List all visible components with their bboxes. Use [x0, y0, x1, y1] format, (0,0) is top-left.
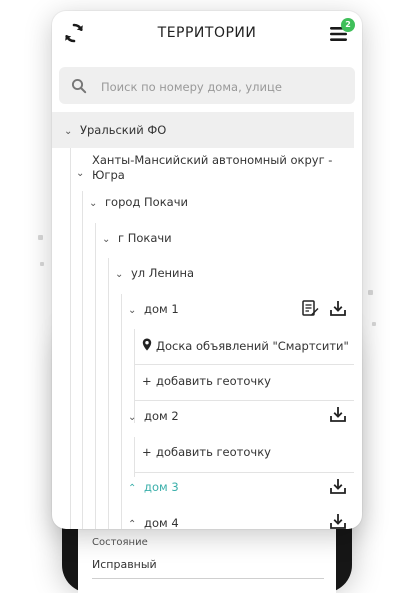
add-geo-point-button[interactable]: + добавить геоточку: [142, 374, 271, 388]
download-icon[interactable]: [329, 477, 347, 495]
header: ТЕРРИТОРИИ 2: [52, 11, 362, 57]
tree-item-house-4[interactable]: ⌃ дом 4: [128, 516, 179, 529]
tree-item-label: ул Ленина: [131, 266, 195, 280]
geo-point-item[interactable]: Доска объявлений "Смартсити": [142, 338, 349, 353]
add-geo-point-label: добавить геоточку: [156, 374, 271, 388]
chevron-down-icon: ⌄: [89, 198, 98, 209]
add-geo-point-button[interactable]: + добавить геоточку: [142, 445, 271, 459]
chevron-up-icon: ⌃: [128, 483, 137, 494]
state-field-label: Состояние: [92, 537, 148, 548]
tree-item-label: дом 2: [144, 409, 179, 423]
tree-item-house-2[interactable]: ⌄ дом 2: [128, 409, 179, 423]
chevron-down-icon: ⌄: [128, 412, 137, 423]
tree-item-label: Югра: [92, 168, 125, 182]
background-sparkle: [372, 322, 376, 326]
tree-guide: [134, 437, 135, 477]
chevron-down-icon: ⌄: [128, 305, 137, 316]
territory-tree: ⌄ Уральский ФО ⌄ Ханты-Мансийский автоном…: [52, 111, 362, 529]
plus-icon: +: [142, 445, 152, 459]
tree-separator: [134, 472, 354, 473]
tree-guide: [82, 191, 83, 529]
download-icon[interactable]: [329, 405, 347, 423]
tree-separator: [134, 364, 354, 365]
download-icon[interactable]: [329, 299, 347, 317]
search-icon: [71, 78, 87, 94]
page-title: ТЕРРИТОРИИ: [157, 25, 257, 41]
search-bar: [59, 67, 355, 106]
tree-item-okrug[interactable]: ⌄ Ханты-Мансийский автономный округ - Юг…: [76, 153, 332, 183]
background-sparkle: [368, 290, 373, 295]
tree-item-label: город Покачи: [105, 195, 188, 209]
tree-item-label: дом 1: [144, 302, 179, 316]
geo-point-label: Доска объявлений "Смартсити": [156, 339, 349, 353]
background-sparkle: [40, 262, 44, 266]
add-geo-point-label: добавить геоточку: [156, 445, 271, 459]
tree-item-street[interactable]: ⌄ ул Ленина: [115, 266, 194, 280]
tree-guide: [121, 294, 122, 529]
tree-guide: [95, 223, 96, 529]
tree-item-house-3[interactable]: ⌃ дом 3: [128, 480, 179, 494]
tree-item-root[interactable]: ⌄ Уральский ФО: [64, 123, 166, 137]
chevron-down-icon: ⌄: [64, 126, 73, 137]
tree-guide: [70, 148, 71, 529]
tree-item-label: дом 4: [144, 516, 179, 529]
chevron-down-icon: ⌄: [102, 234, 111, 245]
edit-document-icon[interactable]: [301, 299, 319, 317]
chevron-down-icon: ⌄: [115, 269, 124, 280]
tree-separator: [134, 400, 354, 401]
state-field-underline: [92, 578, 324, 579]
tree-item-city[interactable]: ⌄ город Покачи: [89, 195, 188, 209]
background-sparkle: [38, 235, 43, 240]
tree-item-house-1[interactable]: ⌄ дом 1: [128, 302, 179, 316]
location-pin-icon: [142, 338, 156, 353]
tree-item-label: Уральский ФО: [80, 123, 167, 137]
search-input[interactable]: [99, 67, 351, 106]
notification-badge: 2: [341, 18, 355, 32]
tree-guide: [108, 258, 109, 529]
territories-panel: ТЕРРИТОРИИ 2 ⌄ Уральский ФО: [52, 11, 362, 529]
tree-item-label: дом 3: [144, 480, 179, 494]
tree-item-label: г Покачи: [118, 231, 172, 245]
state-field-value[interactable]: Исправный: [92, 558, 157, 571]
plus-icon: +: [142, 374, 152, 388]
download-icon[interactable]: [329, 512, 347, 529]
refresh-icon[interactable]: [62, 21, 86, 45]
tree-item-locality[interactable]: ⌄ г Покачи: [102, 231, 172, 245]
chevron-down-icon: ⌄: [76, 168, 85, 179]
tree-item-label: Ханты-Мансийский автономный округ -: [92, 153, 333, 167]
chevron-up-icon: ⌃: [128, 519, 137, 529]
